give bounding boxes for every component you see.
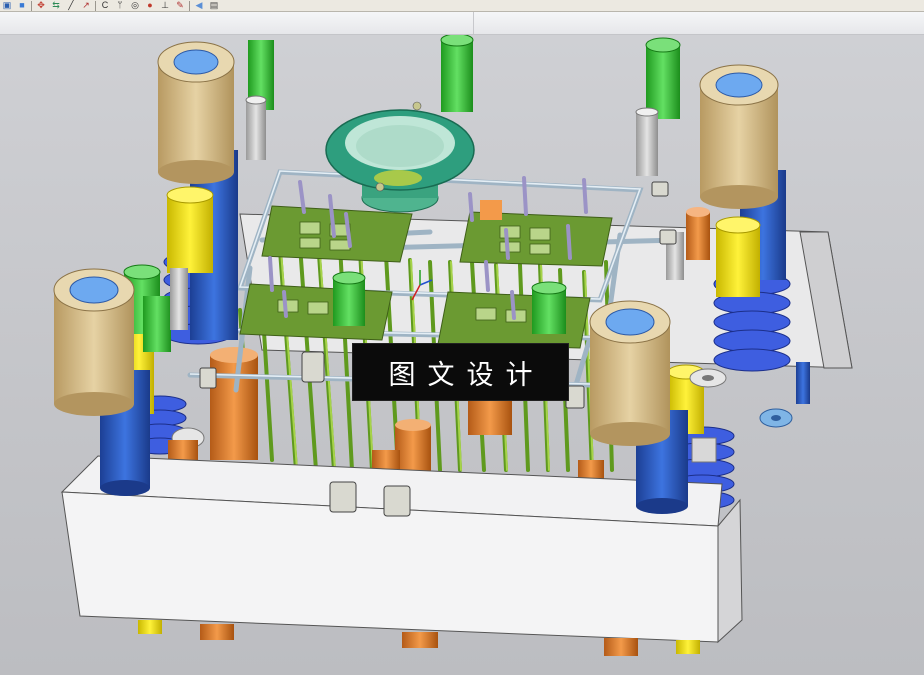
toolbar-separator xyxy=(31,0,32,11)
ejector-bolt xyxy=(759,362,810,428)
view-icon[interactable]: ◀ xyxy=(193,1,205,11)
axis-icon[interactable]: ᛘ xyxy=(114,1,126,11)
locating-ring[interactable] xyxy=(325,101,475,213)
render-icon[interactable]: ▤ xyxy=(208,1,220,11)
fillet-icon[interactable]: ● xyxy=(144,1,156,11)
toolbar-separator xyxy=(95,0,96,11)
plane-icon[interactable]: ⊥ xyxy=(159,1,171,11)
circle-icon[interactable]: ◎ xyxy=(129,1,141,11)
line-icon[interactable]: ╱ xyxy=(65,1,77,11)
view-tab-strip xyxy=(0,12,924,35)
toolbar: ▣ ■ ✥ ⇆ ╱ ↗ C ᛘ ◎ ● ⊥ ✎ ◀ ▤ xyxy=(0,0,924,12)
pane-divider[interactable] xyxy=(473,12,474,34)
watermark-text: 图文设计 xyxy=(388,359,545,391)
point-line-icon[interactable]: ↗ xyxy=(80,1,92,11)
watermark-banner: 图文设计 xyxy=(353,344,568,400)
3d-viewport[interactable]: 图文设计 xyxy=(0,35,924,675)
assembly-icon[interactable]: ✥ xyxy=(35,1,47,11)
toolbar-group: ▣ ■ ✥ ⇆ ╱ ↗ C ᛘ ◎ ● ⊥ ✎ ◀ ▤ xyxy=(1,0,220,11)
arc-icon[interactable]: C xyxy=(99,1,111,11)
part-icon[interactable]: ▣ xyxy=(1,1,13,11)
sketch-icon[interactable]: ✎ xyxy=(174,1,186,11)
move-icon[interactable]: ⇆ xyxy=(50,1,62,11)
solid-icon[interactable]: ■ xyxy=(16,1,28,11)
toolbar-separator xyxy=(189,0,190,11)
